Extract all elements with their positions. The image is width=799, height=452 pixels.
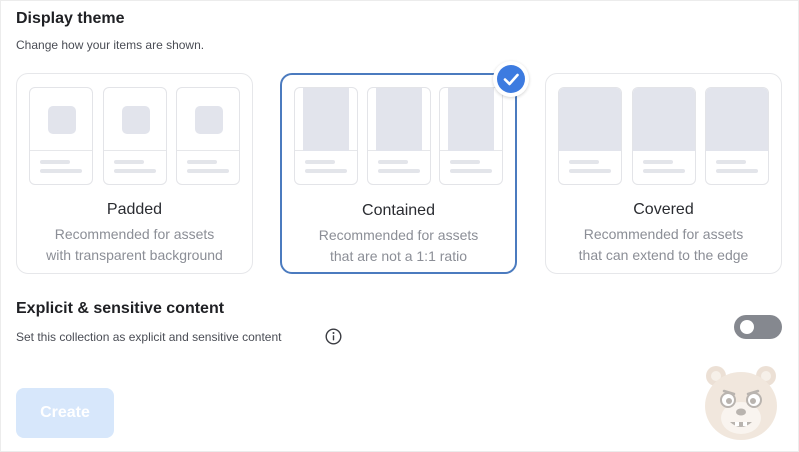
preview-group <box>558 87 769 185</box>
display-theme-subtitle: Change how your items are shown. <box>16 38 205 52</box>
preview-tile <box>439 87 503 185</box>
preview-tile <box>29 87 93 185</box>
preview-tile <box>294 87 358 185</box>
description-line: Recommended for assets <box>318 227 479 243</box>
theme-option-padded[interactable]: Padded Recommended for assets with trans… <box>16 73 253 274</box>
info-icon[interactable] <box>325 328 342 345</box>
theme-option-contained[interactable]: Contained Recommended for assets that ar… <box>280 73 517 274</box>
preview-group <box>29 87 240 185</box>
theme-option-description: Recommended for assets that can extend t… <box>556 224 771 266</box>
theme-option-label: Contained <box>362 202 435 219</box>
bear-mascot-icon <box>705 366 777 440</box>
preview-tile <box>558 87 622 185</box>
display-theme-title: Display theme <box>16 10 125 27</box>
description-line: with transparent background <box>46 247 223 263</box>
preview-tile <box>631 87 696 185</box>
description-line: Recommended for assets <box>583 226 744 242</box>
preview-group <box>294 87 503 185</box>
theme-option-description: Recommended for assets with transparent … <box>27 224 242 266</box>
description-line: Recommended for assets <box>54 226 215 242</box>
explicit-content-toggle[interactable] <box>734 315 782 339</box>
theme-option-label: Padded <box>106 201 163 218</box>
create-button[interactable]: Create <box>16 388 114 438</box>
theme-option-covered[interactable]: Covered Recommended for assets that can … <box>545 73 782 274</box>
description-line: that can extend to the edge <box>578 247 749 263</box>
theme-option-label: Covered <box>633 201 694 218</box>
toggle-knob <box>740 320 754 334</box>
preview-tile <box>705 87 769 185</box>
preview-tile <box>176 87 240 185</box>
theme-option-description: Recommended for assets that are not a 1:… <box>292 225 505 267</box>
selected-badge <box>493 61 529 97</box>
check-icon <box>503 73 519 86</box>
description-line: that are not a 1:1 ratio <box>330 248 467 264</box>
preview-tile <box>366 87 431 185</box>
preview-tile <box>102 87 167 185</box>
explicit-content-title: Explicit & sensitive content <box>16 300 225 317</box>
explicit-content-subtitle: Set this collection as explicit and sens… <box>16 330 282 344</box>
